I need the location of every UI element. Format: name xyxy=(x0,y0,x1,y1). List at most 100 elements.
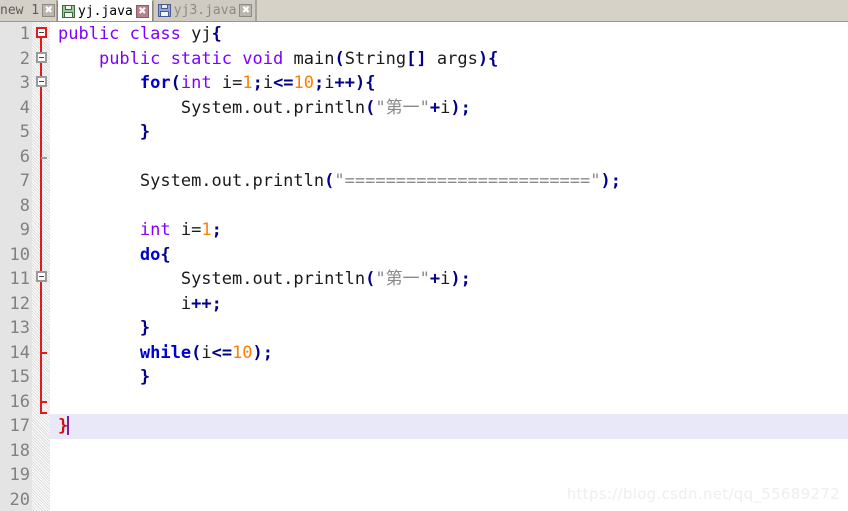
token-brace: } xyxy=(140,318,150,338)
close-icon[interactable]: ✖ xyxy=(136,5,149,18)
token-operator: <= xyxy=(212,343,232,363)
token-operator: <= xyxy=(273,73,293,93)
tab-yj3-java[interactable]: yj3.java ✖ xyxy=(153,0,257,21)
tab-yj-java[interactable]: yj.java ✖ xyxy=(57,0,153,21)
fold-toggle-line-2[interactable] xyxy=(36,52,47,63)
token-brace: } xyxy=(140,367,150,387)
token-semicolon: ; xyxy=(314,73,324,93)
line-number: 1 xyxy=(0,22,30,47)
token-identifier: yj xyxy=(191,24,211,44)
token-paren: ) xyxy=(601,171,611,191)
close-icon[interactable]: ✖ xyxy=(42,4,55,17)
code-line-5: } xyxy=(58,120,150,145)
token-method-call: System.out.println xyxy=(181,269,365,289)
token-method-call: System.out.println xyxy=(140,171,324,191)
code-editor[interactable]: 1 2 3 4 5 6 7 8 9 10 11 12 13 14 15 16 1… xyxy=(0,22,848,511)
line-number: 16 xyxy=(0,390,30,415)
token-brackets: [] xyxy=(406,49,426,69)
tab-label: yj.java xyxy=(78,4,133,19)
token-method-name: main xyxy=(294,49,335,69)
line-number: 10 xyxy=(0,243,30,268)
token-brace: { xyxy=(160,245,170,265)
line-number: 2 xyxy=(0,47,30,72)
token-variable: i xyxy=(440,98,450,118)
token-number: 1 xyxy=(242,73,252,93)
editor-tab-bar: new 1 ✖ yj.java ✖ yj3.java ✖ xyxy=(0,0,848,22)
code-line-16: } xyxy=(58,414,69,439)
token-semicolon: ; xyxy=(611,171,621,191)
token-semicolon: ; xyxy=(461,269,471,289)
token-semicolon: ; xyxy=(212,294,222,314)
token-string-literal: ======================== xyxy=(345,171,591,191)
token-quote: " xyxy=(590,171,600,191)
token-type: int xyxy=(140,220,171,240)
code-line-13: } xyxy=(58,316,150,341)
token-type: int xyxy=(181,73,212,93)
token-paren: ) xyxy=(450,98,460,118)
token-semicolon: ; xyxy=(212,220,222,240)
line-number: 5 xyxy=(0,120,30,145)
line-number: 14 xyxy=(0,341,30,366)
code-line-2: public static void main(String[] args){ xyxy=(58,47,498,72)
token-string-literal: 第一 xyxy=(386,269,420,289)
token-paren: ( xyxy=(324,171,334,191)
token-keyword: public xyxy=(99,49,160,69)
close-icon[interactable]: ✖ xyxy=(239,4,252,17)
token-keyword: class xyxy=(130,24,181,44)
floppy-disk-icon xyxy=(62,5,75,18)
token-paren: ) xyxy=(355,73,365,93)
token-variable: i xyxy=(263,73,273,93)
token-increment: ++ xyxy=(191,294,211,314)
code-line-14: while(i<=10); xyxy=(58,341,273,366)
token-keyword: public xyxy=(58,24,119,44)
token-quote: " xyxy=(375,98,385,118)
tab-bar-empty-area xyxy=(256,0,848,21)
fold-tick xyxy=(41,401,47,403)
token-semicolon: ; xyxy=(263,343,273,363)
line-number: 20 xyxy=(0,488,30,511)
fold-toggle-line-3[interactable] xyxy=(36,76,47,87)
tab-new-1[interactable]: new 1 ✖ xyxy=(0,0,57,21)
line-number: 6 xyxy=(0,145,30,170)
fold-toggle-line-10[interactable] xyxy=(36,271,47,282)
token-paren: ( xyxy=(191,343,201,363)
line-number: 12 xyxy=(0,292,30,317)
line-number: 4 xyxy=(0,96,30,121)
token-keyword-while: while xyxy=(140,343,191,363)
token-semicolon: ; xyxy=(461,98,471,118)
code-line-11: System.out.println("第一"+i); xyxy=(58,267,471,292)
code-line-4: System.out.println("第一"+i); xyxy=(58,96,471,121)
code-folding-gutter[interactable] xyxy=(32,22,50,511)
token-string-literal: 第一 xyxy=(386,98,420,118)
code-line-3: for(int i=1;i<=10;i++){ xyxy=(58,71,376,96)
token-brace: { xyxy=(488,49,498,69)
tab-label: yj3.java xyxy=(174,3,237,18)
token-increment: ++ xyxy=(335,73,355,93)
token-parameter: args xyxy=(437,49,478,69)
token-variable: i xyxy=(440,269,450,289)
line-number: 19 xyxy=(0,463,30,488)
token-brace: { xyxy=(212,24,222,44)
fold-toggle-line-1[interactable] xyxy=(36,27,47,38)
token-keyword-for: for xyxy=(140,73,171,93)
line-number: 15 xyxy=(0,365,30,390)
token-keyword: void xyxy=(242,49,283,69)
code-text-area[interactable]: public class yj{ public static void main… xyxy=(50,22,848,511)
token-quote: " xyxy=(420,98,430,118)
line-number: 18 xyxy=(0,439,30,464)
token-type: String xyxy=(345,49,406,69)
watermark-text: https://blog.csdn.net/qq_55689272 xyxy=(567,485,840,503)
fold-tick xyxy=(41,157,47,159)
token-quote: " xyxy=(334,171,344,191)
text-cursor xyxy=(67,416,69,435)
line-number: 13 xyxy=(0,316,30,341)
token-number: 10 xyxy=(232,343,252,363)
token-assignment: i= xyxy=(181,220,201,240)
fold-tick xyxy=(41,352,47,354)
code-line-9: int i=1; xyxy=(58,218,222,243)
token-paren: ( xyxy=(365,98,375,118)
token-plus: + xyxy=(430,98,440,118)
token-method-call: System.out.println xyxy=(181,98,365,118)
token-plus: + xyxy=(430,269,440,289)
floppy-disk-icon xyxy=(158,4,171,17)
